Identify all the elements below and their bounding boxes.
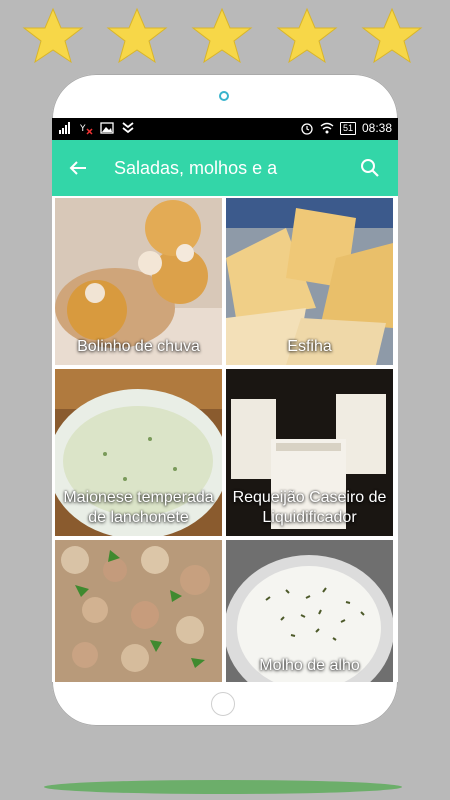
recipe-name: Bolinho de chuva: [77, 338, 200, 355]
recipe-card[interactable]: Maionese temperada de lanchonete: [55, 369, 222, 536]
phone-shadow: [44, 780, 402, 794]
recipe-card[interactable]: Bolinho de chuva: [55, 198, 222, 365]
wifi-icon: [320, 122, 334, 134]
star-icon: [191, 7, 253, 64]
home-button[interactable]: [211, 692, 235, 716]
star-icon: [22, 7, 84, 64]
page-title: Saladas, molhos e a: [114, 158, 278, 178]
recipe-card[interactable]: [55, 540, 222, 682]
star-icon: [106, 7, 168, 64]
arrow-back-icon[interactable]: [66, 156, 90, 180]
svg-text:Y: Y: [79, 124, 86, 134]
status-time: 08:38: [361, 121, 392, 135]
alarm-icon: [301, 123, 313, 135]
recipe-card[interactable]: Molho de alho: [226, 540, 393, 682]
recipe-name: Molho de alho: [259, 657, 360, 674]
search-icon[interactable]: [358, 156, 382, 180]
battery-indicator: 51: [339, 121, 356, 135]
star-icon: [276, 7, 338, 64]
recipe-photo: [55, 540, 222, 682]
recipe-name: Esfiha: [287, 338, 332, 355]
camera-icon: [219, 91, 229, 101]
rating-stars: [0, 6, 450, 66]
status-bar: Y 51 08:38: [52, 118, 398, 140]
recipe-grid: Bolinho de chuva Esfiha Maionese tempera…: [52, 196, 398, 682]
recipe-card[interactable]: Esfiha: [226, 198, 393, 365]
signal-icon: [59, 122, 70, 134]
app-bar: Saladas, molhos e a: [52, 140, 398, 196]
no-signal-icon: Y: [79, 124, 93, 135]
image-icon: [100, 122, 114, 134]
download-icon: [122, 122, 134, 134]
star-icon: [361, 7, 423, 64]
app-screen: Y 51 08:38 Saladas, molhos e a Bolinho d…: [52, 118, 398, 682]
recipe-card[interactable]: Requeijão Caseiro de Liquidificador: [226, 369, 393, 536]
recipe-name: Maionese temperada de lanchonete: [63, 489, 214, 526]
recipe-name: Requeijão Caseiro de Liquidificador: [232, 489, 387, 526]
